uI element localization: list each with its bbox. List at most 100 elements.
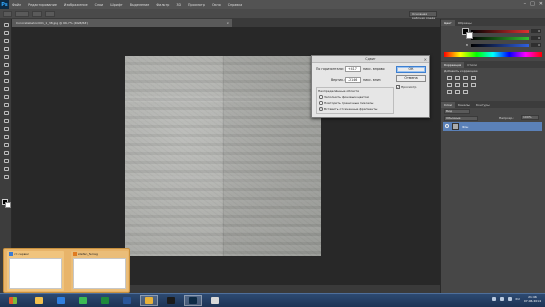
taskbar-button[interactable] — [30, 295, 48, 306]
menu-file[interactable]: Файл — [12, 3, 21, 7]
minimize-button[interactable]: – — [524, 1, 527, 7]
cancel-button[interactable]: Отмена — [396, 75, 426, 82]
close-tab-icon[interactable]: × — [226, 19, 229, 27]
color-panel-background-swatch[interactable] — [466, 32, 473, 39]
network-icon[interactable] — [499, 297, 504, 301]
volume-icon[interactable] — [507, 297, 512, 301]
hand-tool-icon[interactable] — [2, 166, 10, 172]
window-thumbnail[interactable]: ст.сервис — [7, 251, 64, 291]
slider-r[interactable]: R 0 — [466, 29, 543, 34]
taskbar-button[interactable] — [118, 295, 136, 306]
layer-name[interactable]: Фон — [462, 125, 468, 129]
black-white-icon[interactable] — [463, 83, 468, 87]
window-thumbnail[interactable]: stefan_ferreg — [71, 251, 128, 291]
posterize-icon[interactable] — [455, 90, 460, 94]
preview-checkbox[interactable]: ✓ Просмотр — [396, 85, 416, 89]
exposure-icon[interactable] — [471, 76, 476, 80]
zoom-tool-icon[interactable] — [2, 174, 10, 180]
layer-kind-filter[interactable]: Вид — [444, 109, 470, 114]
taskbar-button[interactable] — [74, 295, 92, 306]
history-brush-tool-icon[interactable] — [2, 94, 10, 100]
lasso-tool-icon[interactable] — [2, 38, 10, 44]
taskbar-button[interactable] — [162, 295, 180, 306]
tab-color[interactable]: Цвет — [441, 20, 455, 26]
background-color-swatch[interactable] — [5, 202, 11, 208]
blend-mode-select[interactable]: Обычные — [444, 116, 478, 121]
slider-value[interactable]: 0 — [531, 36, 541, 40]
dodge-tool-icon[interactable] — [2, 126, 10, 132]
move-tool-icon[interactable] — [2, 22, 10, 28]
layer-row[interactable]: Фон — [443, 122, 542, 131]
blur-tool-icon[interactable] — [2, 118, 10, 124]
slider-track[interactable] — [471, 44, 529, 47]
workspace-switcher[interactable]: Основная рабочая среда — [409, 11, 437, 20]
healing-brush-tool-icon[interactable] — [2, 70, 10, 76]
wrap-around-radio[interactable]: Вставить отсеченные фрагменты — [319, 107, 377, 111]
horizontal-offset-input[interactable]: +417 — [345, 66, 361, 72]
maximize-button[interactable]: □ — [530, 1, 535, 7]
color-spectrum-bar[interactable] — [444, 52, 542, 57]
tab-adjustments[interactable]: Коррекция — [441, 62, 465, 68]
curves-icon[interactable] — [463, 76, 468, 80]
type-tool-icon[interactable] — [2, 142, 10, 148]
gradient-tool-icon[interactable] — [2, 110, 10, 116]
slider-value[interactable]: 0 — [531, 29, 541, 33]
tab-channels[interactable]: Каналы — [455, 102, 473, 108]
clone-stamp-tool-icon[interactable] — [2, 86, 10, 92]
menu-window[interactable]: Окно — [212, 3, 221, 7]
pen-tool-icon[interactable] — [2, 134, 10, 140]
menu-3d[interactable]: 3D — [176, 3, 181, 7]
option-control-2[interactable] — [32, 10, 42, 17]
slider-g[interactable]: G 0 — [466, 36, 543, 41]
fill-background-radio[interactable]: Заполнить фоновым цветом — [319, 95, 369, 99]
visibility-eye-icon[interactable] — [445, 124, 449, 128]
eyedropper-tool-icon[interactable] — [2, 62, 10, 68]
menu-image[interactable]: Изображение — [64, 3, 88, 7]
clock[interactable]: 21:46 07.06.2014 — [524, 295, 541, 303]
menu-help[interactable]: Справка — [228, 3, 243, 7]
taskbar-button[interactable] — [52, 295, 70, 306]
option-control-1[interactable] — [15, 10, 29, 17]
taskbar-button[interactable] — [184, 295, 202, 306]
language-indicator[interactable]: RU — [516, 297, 520, 301]
document-tab[interactable]: Concretebeton001_1_38.jpg @ 66,7% (RGB/8… — [12, 19, 232, 27]
repeat-edge-pixels-radio[interactable]: Повторить граничные пикселы — [319, 101, 373, 105]
menu-type[interactable]: Шрифт — [110, 3, 123, 7]
invert-icon[interactable] — [447, 90, 452, 94]
menu-select[interactable]: Выделение — [130, 3, 150, 7]
photo-filter-icon[interactable] — [471, 83, 476, 87]
color-balance-icon[interactable] — [455, 83, 460, 87]
tab-styles[interactable]: Стили — [464, 62, 480, 68]
slider-value[interactable]: 0 — [531, 43, 541, 47]
vertical-offset-input[interactable]: -2146 — [345, 77, 361, 83]
close-window-button[interactable]: ✕ — [539, 1, 543, 7]
hue-saturation-icon[interactable] — [447, 83, 452, 87]
brightness-icon[interactable] — [447, 76, 452, 80]
slider-b[interactable]: B 0 — [466, 43, 543, 48]
tab-swatches[interactable]: Образцы — [455, 20, 475, 26]
eraser-tool-icon[interactable] — [2, 102, 10, 108]
levels-icon[interactable] — [455, 76, 460, 80]
concrete-texture-image[interactable] — [125, 56, 321, 256]
menu-layers[interactable]: Слои — [95, 3, 104, 7]
notification-icon[interactable] — [491, 297, 496, 301]
taskbar-button[interactable] — [96, 295, 114, 306]
menu-filter[interactable]: Фильтр — [156, 3, 169, 7]
path-select-tool-icon[interactable] — [2, 150, 10, 156]
shape-tool-icon[interactable] — [2, 158, 10, 164]
menu-view[interactable]: Просмотр — [188, 3, 205, 7]
tab-layers[interactable]: Слои — [441, 102, 455, 108]
dialog-close-icon[interactable]: ✕ — [424, 56, 427, 63]
marquee-tool-icon[interactable] — [2, 30, 10, 36]
opacity-input[interactable]: 100% — [521, 115, 539, 120]
tab-paths[interactable]: Контуры — [473, 102, 493, 108]
quick-select-tool-icon[interactable] — [2, 46, 10, 52]
threshold-icon[interactable] — [463, 90, 468, 94]
taskbar-button[interactable] — [206, 295, 224, 306]
slider-track[interactable] — [471, 37, 529, 40]
ok-button[interactable]: ОК — [396, 66, 426, 73]
tool-preset-picker[interactable] — [3, 10, 12, 17]
slider-track[interactable] — [471, 30, 529, 33]
taskbar-button[interactable] — [140, 295, 158, 306]
brush-tool-icon[interactable] — [2, 78, 10, 84]
